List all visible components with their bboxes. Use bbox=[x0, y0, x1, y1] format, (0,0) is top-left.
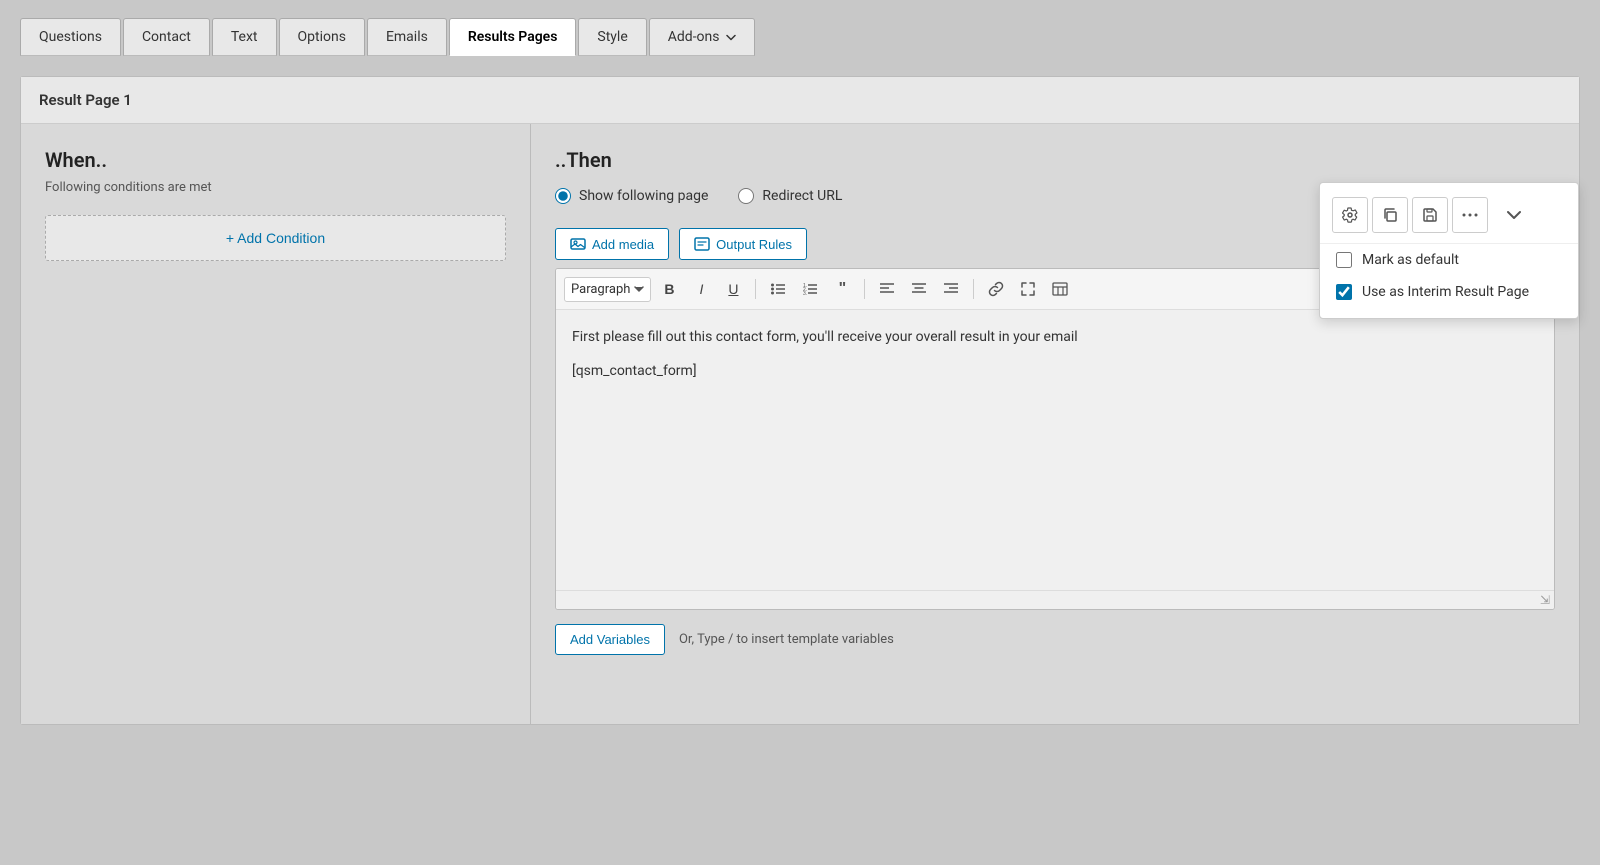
align-right-button[interactable] bbox=[937, 275, 965, 303]
bold-button[interactable]: B bbox=[655, 275, 683, 303]
redirect-url-label: Redirect URL bbox=[762, 188, 842, 204]
paragraph-label: Paragraph bbox=[571, 282, 630, 297]
when-subtitle: Following conditions are met bbox=[45, 180, 506, 195]
nav-tab-questions[interactable]: Questions bbox=[20, 18, 121, 56]
nav-tabs: QuestionsContactTextOptionsEmailsResults… bbox=[0, 0, 1600, 56]
output-rules-button[interactable]: Output Rules bbox=[679, 228, 807, 260]
link-button[interactable] bbox=[982, 275, 1010, 303]
editor-buttons: Add media Output Rules bbox=[555, 228, 807, 260]
italic-button[interactable]: I bbox=[687, 275, 715, 303]
then-title: ..Then bbox=[555, 148, 1555, 172]
nav-tab-results-pages[interactable]: Results Pages bbox=[449, 18, 577, 56]
underline-button[interactable]: U bbox=[719, 275, 747, 303]
editor-content-line1: First please fill out this contact form,… bbox=[572, 326, 1538, 348]
main-content: Result Page 1 bbox=[0, 56, 1600, 745]
mark-as-default-checkbox[interactable] bbox=[1336, 252, 1352, 268]
when-title: When.. bbox=[45, 148, 506, 172]
add-media-button[interactable]: Add media bbox=[555, 228, 669, 260]
svg-text:3.: 3. bbox=[803, 291, 807, 295]
show-following-page-option[interactable]: Show following page bbox=[555, 188, 708, 204]
add-variables-button[interactable]: Add Variables bbox=[555, 624, 665, 655]
blockquote-button[interactable]: " bbox=[828, 275, 856, 303]
align-left-button[interactable] bbox=[873, 275, 901, 303]
resize-handle: ⇲ bbox=[556, 590, 1554, 609]
toolbar-icons-row bbox=[1320, 193, 1578, 244]
toolbar-divider-2 bbox=[864, 279, 865, 299]
mark-as-default-row: Mark as default bbox=[1320, 244, 1578, 276]
use-as-interim-row: Use as Interim Result Page bbox=[1320, 276, 1578, 308]
bottom-row: Add Variables Or, Type / to insert templ… bbox=[555, 624, 1555, 655]
nav-tab-add-ons[interactable]: Add-ons bbox=[649, 18, 755, 56]
show-following-page-radio[interactable] bbox=[555, 188, 571, 204]
mark-as-default-label[interactable]: Mark as default bbox=[1362, 252, 1459, 268]
toolbar-popup: Mark as default Use as Interim Result Pa… bbox=[1319, 182, 1579, 319]
more-options-btn[interactable] bbox=[1452, 197, 1488, 233]
result-page-header: Result Page 1 bbox=[21, 77, 1579, 124]
resize-icon: ⇲ bbox=[1540, 593, 1550, 607]
output-rules-label: Output Rules bbox=[716, 237, 792, 252]
template-hint: Or, Type / to insert template variables bbox=[679, 632, 894, 647]
nav-tab-options[interactable]: Options bbox=[279, 18, 365, 56]
add-variables-label: Add Variables bbox=[570, 632, 650, 647]
result-page-title: Result Page 1 bbox=[39, 91, 132, 109]
nav-tab-contact[interactable]: Contact bbox=[123, 18, 210, 56]
nav-tab-text[interactable]: Text bbox=[212, 18, 277, 56]
redirect-url-radio[interactable] bbox=[738, 188, 754, 204]
copy-icon-btn[interactable] bbox=[1372, 197, 1408, 233]
toolbar-divider-3 bbox=[973, 279, 974, 299]
use-as-interim-checkbox[interactable] bbox=[1336, 284, 1352, 300]
collapse-btn[interactable] bbox=[1496, 197, 1532, 233]
use-as-interim-label[interactable]: Use as Interim Result Page bbox=[1362, 284, 1529, 300]
rich-editor-content[interactable]: First please fill out this contact form,… bbox=[556, 310, 1554, 590]
add-condition-button[interactable]: + Add Condition bbox=[45, 215, 506, 261]
toolbar-divider-1 bbox=[755, 279, 756, 299]
when-panel: When.. Following conditions are met + Ad… bbox=[21, 124, 531, 724]
align-center-button[interactable] bbox=[905, 275, 933, 303]
result-page-card: Result Page 1 bbox=[20, 76, 1580, 725]
add-ons-tab-label: Add-ons bbox=[668, 29, 736, 45]
editor-content-line2: [qsm_contact_form] bbox=[572, 360, 1538, 382]
add-media-label: Add media bbox=[592, 237, 654, 252]
settings-icon-btn[interactable] bbox=[1332, 197, 1368, 233]
nav-tab-emails[interactable]: Emails bbox=[367, 18, 447, 56]
fullscreen-button[interactable] bbox=[1014, 275, 1042, 303]
nav-tab-style[interactable]: Style bbox=[578, 18, 646, 56]
table-button[interactable] bbox=[1046, 275, 1074, 303]
ordered-list-button[interactable]: 1.2.3. bbox=[796, 275, 824, 303]
save-icon-btn[interactable] bbox=[1412, 197, 1448, 233]
add-condition-label: + Add Condition bbox=[226, 230, 325, 246]
redirect-url-option[interactable]: Redirect URL bbox=[738, 188, 842, 204]
show-following-page-label: Show following page bbox=[579, 188, 708, 204]
unordered-list-button[interactable] bbox=[764, 275, 792, 303]
rich-editor-container: Paragraph B I U 1.2.3. " bbox=[555, 268, 1555, 610]
paragraph-select[interactable]: Paragraph bbox=[564, 277, 651, 302]
